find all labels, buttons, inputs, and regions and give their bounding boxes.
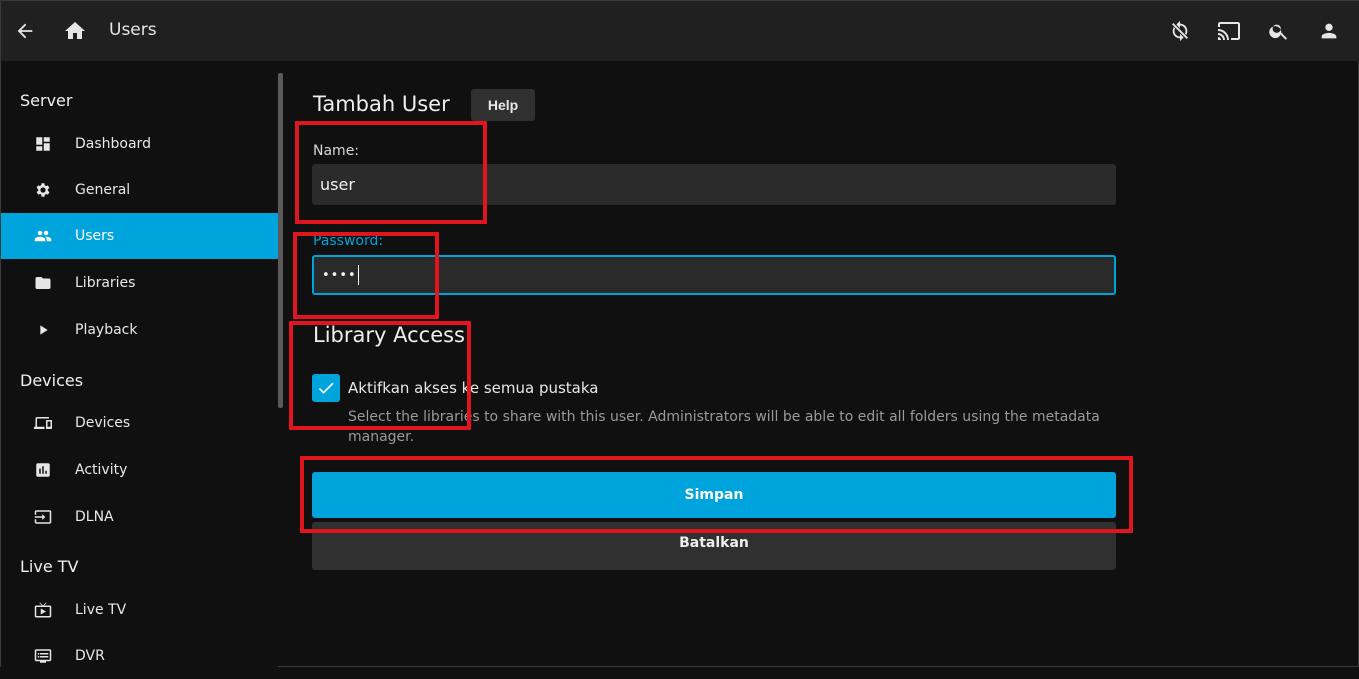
people-icon: [33, 226, 53, 246]
sidebar-item-devices[interactable]: Devices: [1, 400, 278, 446]
sidebar-section-devices: Devices: [20, 371, 84, 390]
top-bar: Users: [1, 1, 1359, 61]
app-window: Users Server Dashboard General Users Lib…: [0, 0, 1359, 668]
annotation-box-save: [300, 456, 1133, 533]
sidebar-item-dvr[interactable]: DVR: [1, 633, 278, 679]
sidebar-item-general[interactable]: General: [1, 167, 278, 213]
chart-icon: [33, 460, 53, 480]
sidebar-item-activity[interactable]: Activity: [1, 447, 278, 493]
sidebar-item-label: Live TV: [75, 602, 127, 618]
sidebar-item-label: Activity: [75, 462, 128, 478]
sidebar-item-dlna[interactable]: DLNA: [1, 494, 278, 540]
sidebar-item-live-tv[interactable]: Live TV: [1, 587, 278, 633]
sidebar-item-label: DLNA: [75, 509, 114, 525]
home-icon[interactable]: [63, 19, 87, 43]
user-icon[interactable]: [1317, 19, 1341, 43]
sidebar-section-server: Server: [20, 91, 73, 110]
input-icon: [33, 507, 53, 527]
sidebar-section-live-tv: Live TV: [20, 557, 79, 576]
live-tv-icon: [33, 600, 53, 620]
sidebar-item-playback[interactable]: Playback: [1, 307, 278, 353]
cast-icon[interactable]: [1217, 19, 1241, 43]
sidebar-item-label: Dashboard: [75, 136, 151, 152]
sidebar-item-label: DVR: [75, 648, 105, 664]
annotation-box-library-access: [289, 321, 471, 430]
sidebar-item-users[interactable]: Users: [1, 213, 278, 259]
sync-disabled-icon[interactable]: [1168, 19, 1192, 43]
annotation-box-password: [293, 232, 439, 319]
sidebar-item-label: Users: [75, 228, 115, 244]
back-arrow-icon[interactable]: [13, 19, 37, 43]
sidebar-scrollbar[interactable]: [278, 73, 283, 408]
devices-icon: [33, 413, 53, 433]
sidebar-item-label: Libraries: [75, 275, 136, 291]
annotation-box-name: [295, 121, 487, 224]
sidebar-item-label: General: [75, 182, 131, 198]
sidebar-item-libraries[interactable]: Libraries: [1, 260, 278, 306]
help-button[interactable]: Help: [471, 89, 535, 121]
folder-icon: [33, 273, 53, 293]
search-icon[interactable]: [1267, 19, 1291, 43]
sidebar-item-label: Devices: [75, 415, 131, 431]
gear-icon: [33, 180, 53, 200]
dashboard-icon: [33, 134, 53, 154]
play-icon: [33, 320, 53, 340]
page-title: Tambah User: [313, 92, 450, 116]
page-header-title: Users: [109, 20, 157, 40]
dvr-icon: [33, 646, 53, 666]
sidebar-item-label: Playback: [75, 322, 138, 338]
sidebar-item-dashboard[interactable]: Dashboard: [1, 121, 278, 167]
